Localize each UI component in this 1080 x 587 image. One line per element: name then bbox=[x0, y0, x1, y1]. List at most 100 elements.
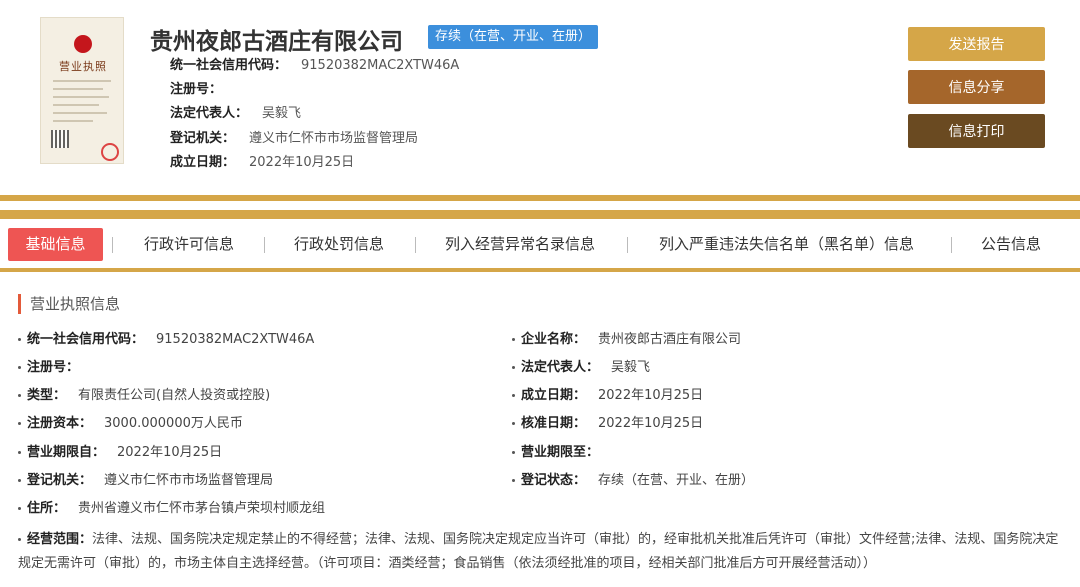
field-authority: 登记机关： 遵义市仁怀市市场监督管理局 bbox=[18, 471, 273, 491]
divider-bar bbox=[0, 210, 1080, 219]
bullet-icon bbox=[512, 479, 515, 482]
meta-value: 遵义市仁怀市市场监督管理局 bbox=[249, 131, 419, 146]
header-meta-founded: 成立日期： 2022年10月25日 bbox=[170, 153, 354, 173]
field-reg-status: 登记状态： 存续（在营、开业、在册） bbox=[512, 471, 754, 491]
license-text-line bbox=[53, 104, 99, 106]
field-key: 成立日期： bbox=[521, 388, 587, 403]
field-value: 贵州夜郎古酒庄有限公司 bbox=[598, 332, 742, 347]
divider-bar bbox=[0, 268, 1080, 272]
bullet-icon bbox=[18, 366, 21, 369]
field-legal-rep: 法定代表人： 吴毅飞 bbox=[512, 358, 650, 378]
tab-admin-penalty[interactable]: 行政处罚信息 bbox=[294, 228, 384, 261]
bullet-icon bbox=[18, 538, 21, 541]
national-emblem-icon bbox=[74, 35, 92, 53]
tab-separator bbox=[112, 237, 113, 253]
bullet-icon bbox=[512, 338, 515, 341]
header-meta-credit-code: 统一社会信用代码： 91520382MAC2XTW46A bbox=[170, 56, 459, 76]
meta-key: 注册号： bbox=[170, 82, 223, 97]
field-value: 2022年10月25日 bbox=[598, 416, 704, 431]
field-approved: 核准日期： 2022年10月25日 bbox=[512, 414, 703, 434]
field-value: 2022年10月25日 bbox=[598, 388, 704, 403]
status-badge: 存续（在营、开业、在册） bbox=[428, 25, 599, 49]
scope-value: 法律、法规、国务院决定规定禁止的不得经营；法律、法规、国务院决定规定应当许可（审… bbox=[18, 532, 1059, 571]
meta-value: 91520382MAC2XTW46A bbox=[301, 58, 460, 73]
field-key: 营业期限自： bbox=[27, 445, 106, 460]
tab-admin-license[interactable]: 行政许可信息 bbox=[144, 228, 234, 261]
business-scope: 经营范围：法律、法规、国务院决定规定禁止的不得经营；法律、法规、国务院决定规定应… bbox=[18, 528, 1068, 576]
field-type: 类型： 有限责任公司(自然人投资或控股) bbox=[18, 386, 270, 406]
company-header: 营业执照 贵州夜郎古酒庄有限公司 存续（在营、开业、在册） 统一社会信用代码： 9… bbox=[0, 0, 1080, 196]
field-value: 遵义市仁怀市市场监督管理局 bbox=[104, 473, 274, 488]
header-meta-legal-rep: 法定代表人： 吴毅飞 bbox=[170, 104, 301, 124]
license-text-line bbox=[53, 88, 103, 90]
field-key: 登记状态： bbox=[521, 473, 587, 488]
scope-key: 经营范围： bbox=[27, 532, 93, 547]
header-meta-reg-no: 注册号： bbox=[170, 80, 236, 100]
field-address: 住所： 贵州省遵义市仁怀市茅台镇卢荣坝村顺龙组 bbox=[18, 499, 325, 519]
bullet-icon bbox=[18, 479, 21, 482]
company-name-title: 贵州夜郎古酒庄有限公司 bbox=[150, 29, 403, 55]
tab-separator bbox=[951, 237, 952, 253]
license-thumb-title: 营业执照 bbox=[59, 60, 107, 73]
field-reg-no: 注册号： bbox=[18, 358, 91, 378]
meta-key: 成立日期： bbox=[170, 155, 236, 170]
tab-separator bbox=[264, 237, 265, 253]
share-info-button[interactable]: 信息分享 bbox=[908, 70, 1045, 104]
field-key: 类型： bbox=[27, 388, 67, 403]
field-value: 贵州省遵义市仁怀市茅台镇卢荣坝村顺龙组 bbox=[78, 501, 326, 516]
bullet-icon bbox=[18, 338, 21, 341]
field-key: 法定代表人： bbox=[521, 360, 600, 375]
meta-key: 统一社会信用代码： bbox=[170, 58, 288, 73]
bullet-icon bbox=[18, 507, 21, 510]
field-term-from: 营业期限自： 2022年10月25日 bbox=[18, 443, 222, 463]
field-key: 住所： bbox=[27, 501, 67, 516]
bullet-icon bbox=[18, 394, 21, 397]
tab-basic-info[interactable]: 基础信息 bbox=[8, 228, 103, 261]
field-company-name: 企业名称： 贵州夜郎古酒庄有限公司 bbox=[512, 330, 741, 350]
field-key: 企业名称： bbox=[521, 332, 587, 347]
print-info-button[interactable]: 信息打印 bbox=[908, 114, 1045, 148]
tab-blacklist[interactable]: 列入严重违法失信名单（黑名单）信息 bbox=[659, 228, 914, 261]
field-key: 核准日期： bbox=[521, 416, 587, 431]
meta-value: 吴毅飞 bbox=[262, 106, 302, 121]
bullet-icon bbox=[512, 366, 515, 369]
field-value: 2022年10月25日 bbox=[117, 445, 223, 460]
license-text-line bbox=[53, 120, 93, 122]
license-text-line bbox=[53, 112, 107, 114]
business-license-thumbnail[interactable]: 营业执照 bbox=[40, 17, 124, 164]
license-text-line bbox=[53, 96, 109, 98]
bullet-icon bbox=[18, 422, 21, 425]
send-report-button[interactable]: 发送报告 bbox=[908, 27, 1045, 61]
tab-separator bbox=[415, 237, 416, 253]
field-key: 注册资本： bbox=[27, 416, 93, 431]
qr-code-icon bbox=[51, 130, 69, 148]
divider-bar bbox=[0, 195, 1080, 201]
field-capital: 注册资本： 3000.000000万人民币 bbox=[18, 414, 243, 434]
bullet-icon bbox=[512, 422, 515, 425]
field-founded: 成立日期： 2022年10月25日 bbox=[512, 386, 703, 406]
field-key: 营业期限至： bbox=[521, 445, 600, 460]
license-text-line bbox=[53, 80, 111, 82]
tab-separator bbox=[627, 237, 628, 253]
section-title: 营业执照信息 bbox=[18, 294, 120, 314]
tab-abnormal-list[interactable]: 列入经营异常名录信息 bbox=[445, 228, 595, 261]
field-key: 登记机关： bbox=[27, 473, 93, 488]
tab-announcements[interactable]: 公告信息 bbox=[981, 228, 1041, 261]
bullet-icon bbox=[18, 451, 21, 454]
info-tabs: 基础信息 行政许可信息 行政处罚信息 列入经营异常名录信息 列入严重违法失信名单… bbox=[0, 228, 1080, 261]
official-seal-icon bbox=[101, 143, 119, 161]
field-value: 有限责任公司(自然人投资或控股) bbox=[78, 388, 271, 403]
bullet-icon bbox=[512, 394, 515, 397]
field-term-to: 营业期限至： bbox=[512, 443, 611, 463]
meta-key: 登记机关： bbox=[170, 131, 236, 146]
meta-value: 2022年10月25日 bbox=[249, 155, 355, 170]
meta-key: 法定代表人： bbox=[170, 106, 249, 121]
field-value: 3000.000000万人民币 bbox=[104, 416, 243, 431]
field-key: 注册号： bbox=[27, 360, 80, 375]
field-value: 存续（在营、开业、在册） bbox=[598, 473, 755, 488]
field-key: 统一社会信用代码： bbox=[27, 332, 145, 347]
field-credit-code: 统一社会信用代码： 91520382MAC2XTW46A bbox=[18, 330, 314, 350]
bullet-icon bbox=[512, 451, 515, 454]
field-value: 91520382MAC2XTW46A bbox=[156, 332, 315, 347]
header-meta-authority: 登记机关： 遵义市仁怀市市场监督管理局 bbox=[170, 129, 418, 149]
